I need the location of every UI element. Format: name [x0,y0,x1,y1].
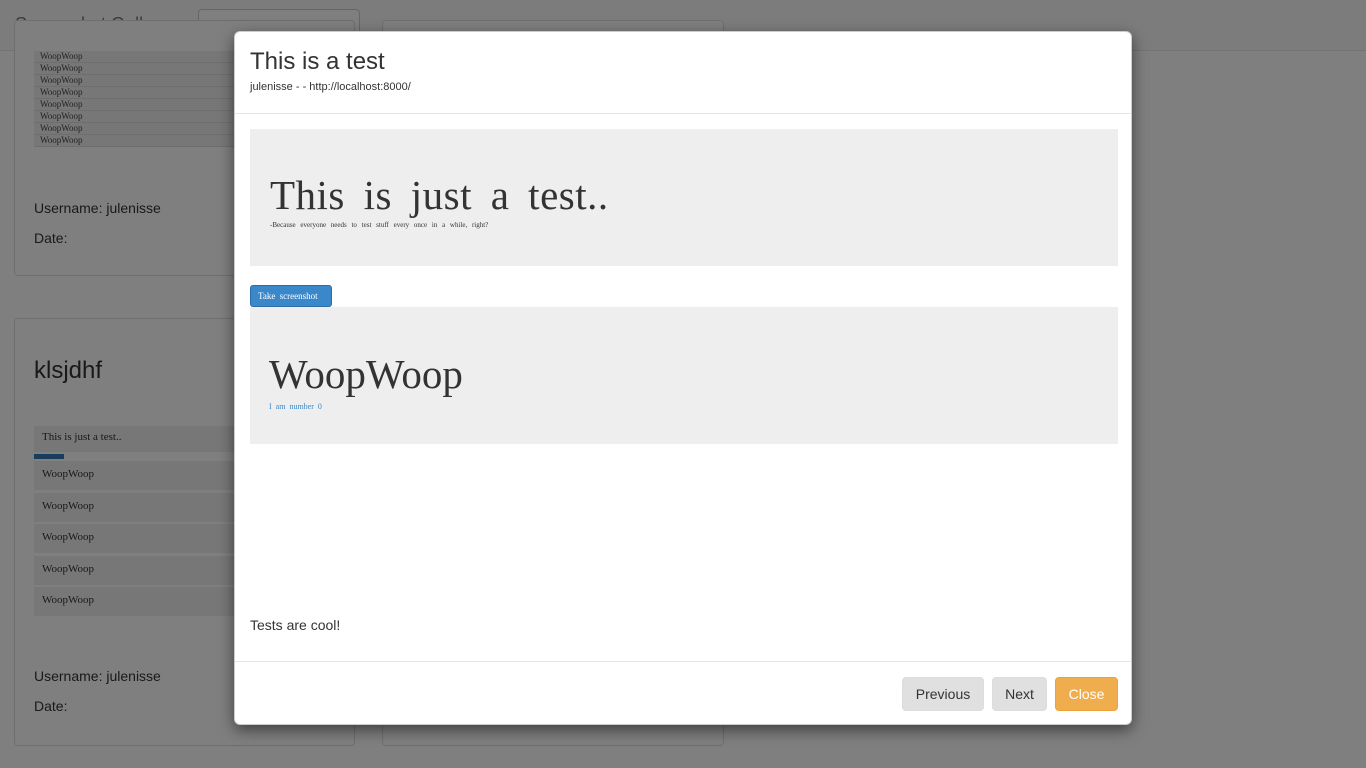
screenshot-tagline: -Because everyone needs to test stuff ev… [270,221,489,229]
screenshot-description: Tests are cool! [250,617,341,633]
next-button[interactable]: Next [992,677,1047,711]
modal-header: This is a test julenisse - - http://loca… [235,32,1131,114]
close-button[interactable]: Close [1055,677,1118,711]
screenshot-jumbotron: This is just a test.. -Because everyone … [250,129,1118,266]
take-screenshot-button: Take screenshot [250,285,332,307]
screenshot-image: This is just a test.. -Because everyone … [250,129,1118,444]
modal-title: This is a test [250,48,385,75]
screenshot-woop-block: WoopWoop I am number 0 [250,307,1118,444]
screenshot-heading: This is just a test.. [270,172,609,218]
woop-number: I am number 0 [269,402,322,411]
woop-heading: WoopWoop [269,351,463,397]
previous-button[interactable]: Previous [902,677,984,711]
screenshot-modal: This is a test julenisse - - http://loca… [234,31,1132,725]
modal-body: This is just a test.. -Because everyone … [250,129,1118,444]
modal-footer: Previous Next Close [235,661,1131,724]
modal-subtitle: julenisse - - http://localhost:8000/ [250,81,411,93]
